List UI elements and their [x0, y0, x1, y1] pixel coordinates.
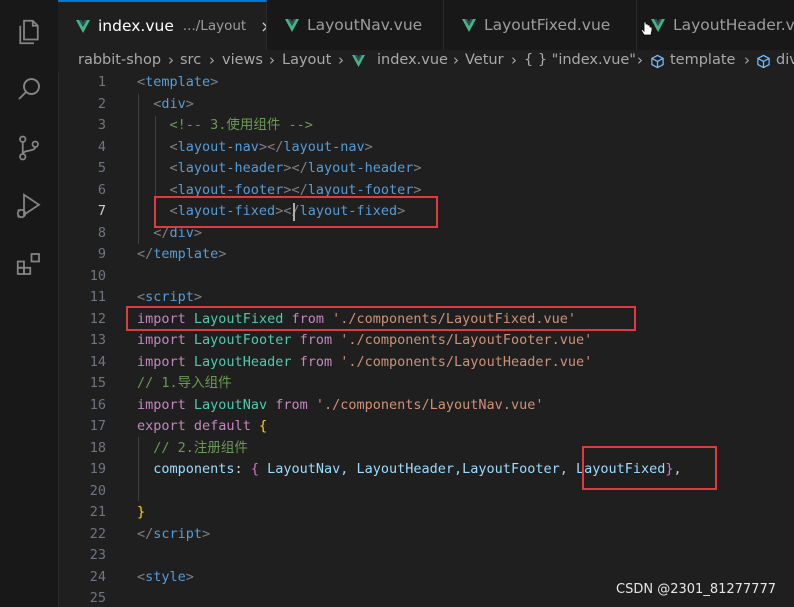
chevron-right-icon: › [168, 51, 174, 69]
code-line: <!-- 3.使用组件 --> [169, 117, 313, 133]
line-number: 23 [89, 547, 106, 563]
code-line: // 1.导入组件 [137, 375, 232, 391]
line-number: 24 [89, 568, 106, 585]
line-number: 3 [97, 117, 106, 133]
line-number: 18 [89, 439, 106, 456]
line-number: 10 [89, 267, 106, 284]
code-line: // 2.注册组件 [153, 439, 248, 456]
symbol-field-icon [757, 54, 770, 69]
line-number: 2 [97, 95, 106, 112]
tab-label: LayoutNav.vue [307, 16, 423, 34]
code-line: import LayoutFooter from './components/L… [137, 332, 593, 348]
explorer-icon[interactable] [13, 16, 45, 48]
highlight-box-import [126, 306, 636, 331]
breadcrumb-item[interactable]: rabbit-shop [78, 52, 161, 68]
line-number: 22 [89, 525, 106, 542]
line-number: 11 [89, 289, 106, 305]
chevron-right-icon: › [209, 51, 215, 69]
chevron-right-icon: › [269, 51, 275, 69]
line-number: 12 [89, 310, 106, 327]
highlight-box-register [582, 446, 717, 490]
line-number: 5 [97, 160, 106, 176]
tab-label: LayoutHeader.vue [673, 16, 794, 34]
code-line: <div> [153, 95, 194, 112]
code-line: import LayoutNav from './components/Layo… [137, 396, 544, 413]
line-number: 9 [97, 246, 106, 262]
tab-label: index.vue [98, 17, 174, 35]
code-line: export default { [137, 418, 268, 434]
search-icon[interactable] [13, 73, 45, 105]
run-debug-icon[interactable] [13, 190, 45, 222]
chevron-right-icon: › [338, 51, 344, 69]
breadcrumb-item[interactable]: index.vue [377, 52, 448, 68]
line-number: 6 [97, 181, 106, 198]
highlight-box-usage [154, 196, 438, 228]
vue-file-icon [352, 55, 365, 67]
line-number: 16 [89, 396, 106, 413]
chevron-right-icon: › [511, 51, 517, 69]
line-number: 8 [97, 224, 106, 241]
code-line: <layout-nav></layout-nav> [169, 138, 373, 155]
code-line: <style> [137, 568, 194, 585]
line-number: 25 [89, 590, 106, 606]
line-number: 21 [89, 504, 106, 520]
line-number: 13 [89, 332, 106, 348]
tab-layoutfixed-vue[interactable]: LayoutFixed.vue [444, 0, 637, 50]
chevron-right-icon: › [744, 51, 750, 69]
breadcrumb-item[interactable]: views [222, 52, 263, 68]
breadcrumb-item[interactable]: Vetur [465, 52, 504, 68]
line-number: 4 [97, 138, 106, 155]
activity-bar [0, 0, 59, 607]
code-line: <template> [137, 74, 219, 90]
watermark: CSDN @2301_81277777 [616, 582, 776, 597]
code-line: <layout-header></layout-header> [169, 160, 422, 176]
line-number: 15 [89, 375, 106, 391]
breadcrumb-item[interactable]: { } "index.vue" [524, 52, 636, 68]
line-number: 19 [89, 461, 106, 477]
vue-file-icon [462, 18, 476, 32]
tab-layoutheader-vue[interactable]: LayoutHeader.vue [637, 0, 794, 50]
tab-label: LayoutFixed.vue [484, 16, 611, 34]
tab-layoutnav-vue[interactable]: LayoutNav.vue [267, 0, 444, 50]
tab-description: .../Layout [182, 18, 247, 34]
tab-index-vue[interactable]: index.vue .../Layout × [58, 0, 267, 50]
code-line: </template> [137, 246, 227, 262]
chevron-right-icon: › [637, 51, 643, 69]
code-line: } [137, 504, 146, 520]
breadcrumb-item[interactable]: div [776, 52, 794, 68]
code-line: import LayoutHeader from './components/L… [137, 353, 593, 370]
chevron-right-icon: › [453, 51, 459, 69]
line-number: 14 [89, 353, 106, 370]
breadcrumb-item[interactable]: template [670, 52, 735, 68]
extensions-icon[interactable] [13, 248, 45, 280]
line-number: 1 [97, 74, 106, 90]
breadcrumb-item[interactable]: src [180, 52, 201, 68]
symbol-field-icon [651, 54, 664, 69]
breadcrumb: rabbit-shop › src › views › Layout › ind… [58, 50, 794, 72]
code-editor[interactable]: 1 2 3 4 5 6 7 8 9 10 11 12 13 14 15 16 1… [58, 72, 794, 607]
breadcrumb-item[interactable]: Layout [282, 52, 331, 68]
line-number: 20 [89, 482, 106, 499]
code-line: </script> [137, 525, 211, 542]
mouse-pointer-icon [640, 21, 653, 36]
close-icon[interactable]: × [260, 17, 266, 36]
editor-tab-bar: index.vue .../Layout × LayoutNav.vue Lay… [58, 0, 794, 51]
source-control-icon[interactable] [13, 132, 45, 164]
vue-file-icon [76, 19, 90, 33]
line-number-current: 7 [97, 203, 106, 219]
vue-file-icon [285, 18, 299, 32]
line-number: 17 [89, 418, 106, 434]
